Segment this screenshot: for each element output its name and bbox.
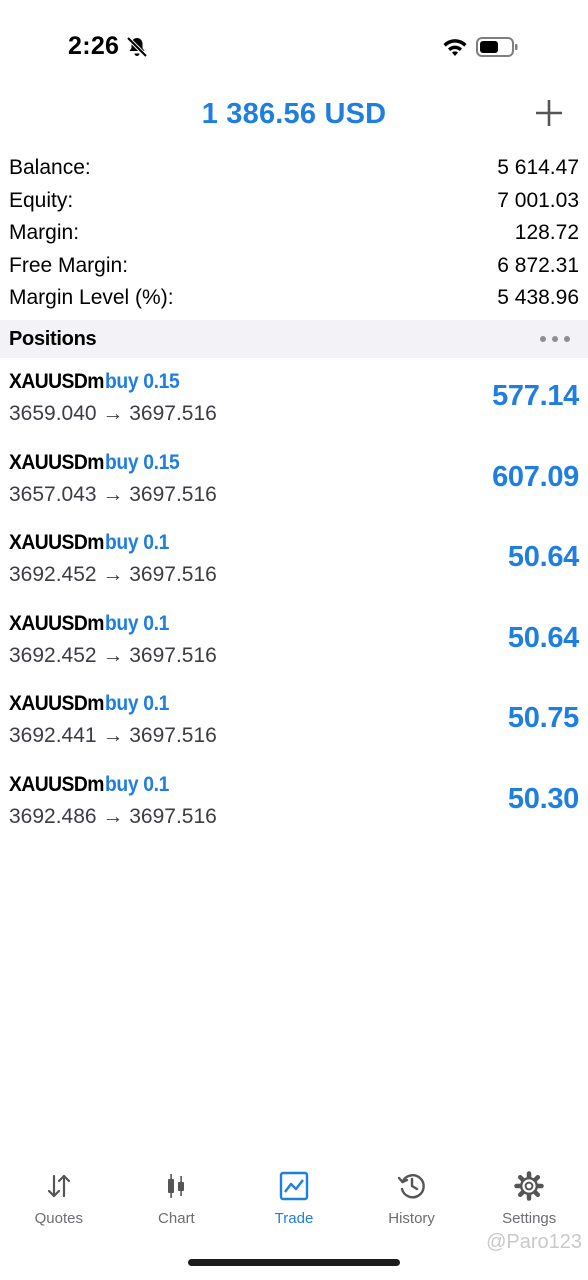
position-type: buy 0.1: [105, 611, 169, 635]
position-type: buy 0.1: [105, 692, 169, 716]
position-type: buy 0.15: [105, 370, 180, 393]
balance-row: Balance: 5 614.47: [0, 152, 588, 185]
position-prices: 3659.040 → 3697.516: [9, 402, 217, 425]
position-profit: 50.30: [507, 782, 579, 815]
history-icon: [397, 1174, 425, 1199]
home-indicator: [188, 1259, 400, 1266]
balance-value: 5 614.47: [497, 156, 579, 179]
watermark: @Paro123: [486, 1231, 582, 1253]
free-margin-value: 6 872.31: [497, 253, 579, 277]
position-symbol: XAUUSDm: [9, 611, 104, 635]
wifi-icon: [443, 39, 467, 56]
tab-quotes-label: Quotes: [34, 1210, 83, 1227]
equity-label: Equity:: [9, 188, 74, 212]
tab-settings[interactable]: Settings: [470, 1160, 588, 1240]
position-symbol: XAUUSDm: [9, 531, 104, 555]
position-prices: 3692.452 → 3697.516: [9, 563, 217, 587]
position-row[interactable]: XAUUSDm buy 0.15 3657.043 → 3697.516 607…: [0, 443, 588, 524]
tab-chart[interactable]: Chart: [118, 1160, 236, 1240]
free-margin-label: Free Margin:: [9, 253, 129, 277]
position-profit: 50.64: [507, 541, 579, 574]
new-order-button[interactable]: [530, 92, 568, 132]
position-symbol: XAUUSDm: [9, 772, 104, 796]
status-bar: 2:26: [0, 0, 588, 90]
tab-trade[interactable]: Trade: [235, 1160, 353, 1240]
header: 1 386.56 USD: [0, 92, 588, 138]
equity-value: 7 001.03: [497, 188, 579, 212]
position-prices: 3657.043 → 3697.516: [9, 482, 217, 506]
equity-row: Equity: 7 001.03: [0, 185, 588, 218]
positions-section-header: Positions: [0, 320, 588, 358]
balance-label: Balance:: [9, 156, 91, 179]
position-profit: 607.09: [492, 460, 579, 493]
position-type: buy 0.15: [105, 450, 180, 474]
status-time: 2:26: [68, 32, 120, 60]
positions-list: XAUUSDm buy 0.15 3659.040 → 3697.516 577…: [0, 362, 588, 846]
positions-title: Positions: [9, 328, 97, 350]
free-margin-row: Free Margin: 6 872.31: [0, 250, 588, 283]
position-profit: 50.64: [507, 621, 579, 654]
margin-value: 128.72: [514, 221, 579, 244]
margin-level-label: Margin Level (%):: [9, 286, 174, 309]
margin-label: Margin:: [9, 221, 80, 244]
tab-settings-label: Settings: [502, 1210, 557, 1227]
position-type: buy 0.1: [105, 772, 169, 796]
tab-chart-label: Chart: [158, 1210, 195, 1227]
battery-icon: [476, 37, 518, 57]
position-row[interactable]: XAUUSDm buy 0.1 3692.452 → 3697.516 50.6…: [0, 604, 588, 685]
position-symbol: XAUUSDm: [9, 450, 104, 474]
tab-quotes[interactable]: Quotes: [0, 1160, 118, 1240]
position-row[interactable]: XAUUSDm buy 0.1 3692.441 → 3697.516 50.7…: [0, 684, 588, 765]
quotes-icon: [47, 1174, 70, 1198]
position-symbol: XAUUSDm: [9, 692, 104, 716]
position-profit: 50.75: [507, 702, 579, 735]
position-prices: 3692.452 → 3697.516: [9, 643, 217, 667]
margin-level-row: Margin Level (%): 5 438.96: [0, 282, 588, 315]
position-symbol: XAUUSDm: [9, 370, 104, 393]
plus-icon: [536, 100, 562, 126]
margin-level-value: 5 438.96: [497, 286, 579, 309]
position-row[interactable]: XAUUSDm buy 0.1 3692.452 → 3697.516 50.6…: [0, 523, 588, 604]
more-options-icon[interactable]: [538, 332, 572, 346]
bell-muted-icon: [126, 36, 148, 58]
chart-icon: [168, 1174, 185, 1198]
position-row[interactable]: XAUUSDm buy 0.15 3659.040 → 3697.516 577…: [0, 362, 588, 443]
position-profit: 577.14: [492, 380, 579, 412]
settings-icon: [514, 1171, 544, 1201]
account-summary: Balance: 5 614.47 Equity: 7 001.03 Margi…: [0, 152, 588, 315]
position-row[interactable]: XAUUSDm buy 0.1 3692.486 → 3697.516 50.3…: [0, 765, 588, 846]
position-prices: 3692.486 → 3697.516: [9, 804, 217, 828]
tab-history[interactable]: History: [353, 1160, 471, 1240]
position-type: buy 0.1: [105, 531, 169, 555]
trade-icon: [279, 1171, 309, 1201]
tab-history-label: History: [388, 1210, 435, 1227]
tab-trade-label: Trade: [274, 1210, 314, 1227]
margin-row: Margin: 128.72: [0, 217, 588, 250]
account-profit-title: 1 386.56 USD: [201, 98, 387, 130]
position-prices: 3692.441 → 3697.516: [9, 724, 217, 748]
